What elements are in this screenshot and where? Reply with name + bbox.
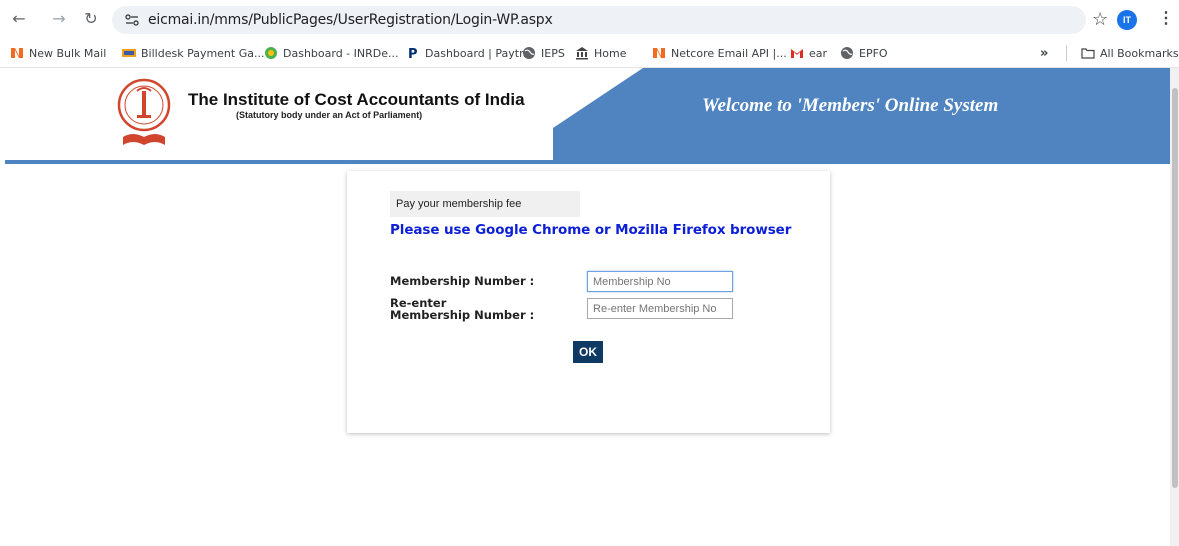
- site-header: The Institute of Cost Accountants of Ind…: [5, 68, 1170, 164]
- inrdeals-icon: [265, 47, 277, 59]
- folder-icon: [1081, 48, 1095, 59]
- all-bookmarks-label: All Bookmarks: [1100, 46, 1179, 60]
- browser-menu-icon[interactable]: ⋮: [1158, 8, 1174, 28]
- bookmark-label: EPFO: [859, 46, 888, 60]
- bookmark-item[interactable]: P Dashboard | Paytm: [406, 46, 530, 61]
- header-diagonal: [553, 68, 643, 128]
- membership-number-label: Membership Number :: [390, 274, 535, 288]
- more-bookmarks-button[interactable]: »: [1040, 46, 1048, 61]
- bookmark-item[interactable]: EPFO: [840, 46, 888, 60]
- bookmark-item[interactable]: Billdesk Payment Ga...: [122, 46, 264, 60]
- globe-icon: [841, 47, 853, 59]
- browser-note: Please use Google Chrome or Mozilla Fire…: [390, 222, 792, 238]
- bookmark-star-icon[interactable]: ☆: [1092, 9, 1108, 30]
- scrollbar-thumb[interactable]: [1172, 88, 1178, 488]
- membership-number-input[interactable]: [587, 271, 733, 292]
- profile-avatar[interactable]: IT: [1117, 10, 1137, 30]
- back-icon[interactable]: ←: [10, 10, 28, 28]
- bookmarks-bar: New Bulk Mail Billdesk Payment Ga... Das…: [0, 38, 1179, 68]
- bookmark-label: Billdesk Payment Ga...: [141, 46, 265, 60]
- forward-icon[interactable]: →: [50, 10, 68, 28]
- reload-icon[interactable]: ↻: [82, 10, 100, 28]
- icai-logo-icon: [117, 78, 171, 145]
- bookmark-item[interactable]: Dashboard - INRDe...: [264, 46, 398, 60]
- address-bar[interactable]: eicmai.in/mms/PublicPages/UserRegistrati…: [112, 6, 1086, 34]
- bookmark-item[interactable]: Netcore Email API |...: [652, 46, 787, 60]
- bank-icon: [576, 47, 588, 60]
- bookmark-label: Home: [594, 46, 627, 60]
- globe-icon: [523, 47, 535, 59]
- bookmark-label: New Bulk Mail: [29, 46, 107, 60]
- bookmark-label: Dashboard | Paytm: [425, 46, 530, 60]
- paytm-icon: P: [408, 47, 418, 60]
- bookmark-item[interactable]: Home: [575, 46, 626, 60]
- header-underline: [5, 160, 1170, 164]
- pay-fee-label: Pay your membership fee: [396, 198, 522, 210]
- billdesk-icon: [122, 49, 136, 57]
- bookmark-label: Netcore Email API |...: [671, 46, 787, 60]
- bookmark-label: ear: [809, 46, 828, 60]
- url-text[interactable]: eicmai.in/mms/PublicPages/UserRegistrati…: [148, 12, 553, 28]
- bookmark-item[interactable]: New Bulk Mail: [10, 46, 106, 60]
- welcome-title: Welcome to 'Members' Online System: [702, 95, 999, 116]
- bookmark-item[interactable]: ear: [790, 46, 827, 60]
- browser-toolbar: ← → ↻ eicmai.in/mms/PublicPages/UserRegi…: [0, 0, 1179, 38]
- login-panel: Pay your membership fee Please use Googl…: [347, 171, 830, 433]
- page-content: The Institute of Cost Accountants of Ind…: [0, 68, 1170, 546]
- org-subtitle: (Statutory body under an Act of Parliame…: [236, 110, 423, 120]
- org-name: The Institute of Cost Accountants of Ind…: [188, 90, 525, 109]
- bookmark-label: IEPS: [541, 46, 565, 60]
- ok-button[interactable]: OK: [573, 341, 603, 363]
- reenter-membership-input[interactable]: [587, 298, 733, 319]
- reenter-label-line2: Membership Number :: [390, 308, 535, 322]
- gmail-icon: [791, 49, 803, 58]
- netcore-icon: [653, 48, 665, 58]
- svg-text:P: P: [408, 47, 418, 60]
- site-settings-icon[interactable]: [124, 12, 140, 28]
- bookmark-item[interactable]: IEPS: [522, 46, 565, 60]
- bookmark-label: Dashboard - INRDe...: [283, 46, 399, 60]
- netcore-icon: [11, 48, 23, 58]
- bookmark-separator: [1066, 45, 1067, 61]
- all-bookmarks-button[interactable]: All Bookmarks: [1081, 46, 1179, 60]
- pay-fee-box: Pay your membership fee: [390, 191, 580, 217]
